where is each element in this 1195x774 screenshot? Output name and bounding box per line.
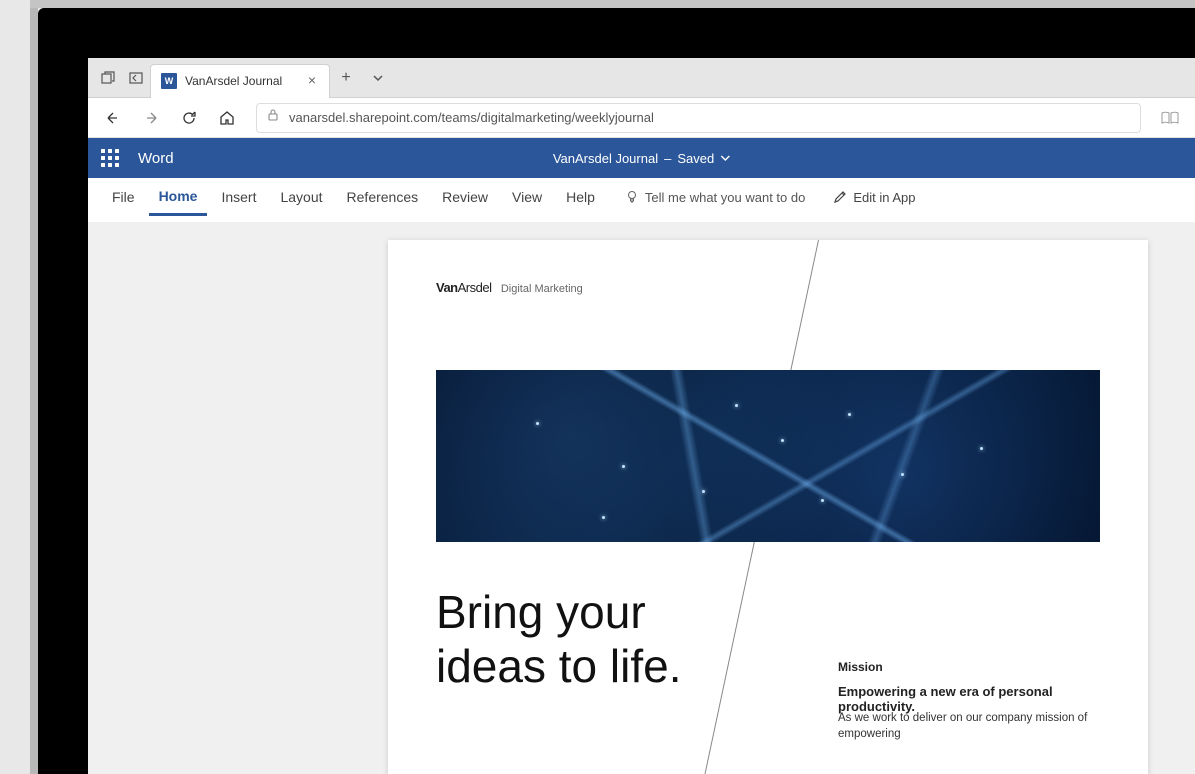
- laptop-top-edge: [30, 0, 1195, 8]
- close-tab-icon[interactable]: ×: [305, 74, 319, 88]
- tab-file[interactable]: File: [102, 178, 145, 216]
- document-status: Saved: [677, 151, 714, 166]
- word-favicon-icon: W: [161, 73, 177, 89]
- hero-image: [436, 370, 1100, 542]
- window-cascade-icon[interactable]: [100, 70, 116, 86]
- back-button[interactable]: [96, 101, 130, 135]
- word-title-bar: Word VanArsdel Journal – Saved: [88, 138, 1195, 178]
- pen-icon: [833, 190, 847, 204]
- browser-address-bar: vanarsdel.sharepoint.com/teams/digitalma…: [88, 98, 1195, 138]
- tab-home[interactable]: Home: [149, 178, 208, 216]
- tab-view[interactable]: View: [502, 178, 552, 216]
- edit-in-app-button[interactable]: Edit in App: [833, 190, 915, 205]
- laptop-left-edge: [30, 8, 38, 774]
- tell-me-search[interactable]: Tell me what you want to do: [625, 190, 805, 205]
- browser-tab-bar: W VanArsdel Journal × +: [88, 58, 1195, 98]
- brand-subtitle: Digital Marketing: [501, 283, 583, 295]
- tab-insert[interactable]: Insert: [211, 178, 266, 216]
- tab-review[interactable]: Review: [432, 178, 498, 216]
- document-page[interactable]: VanArsdel Digital Marketing Bring your i…: [388, 240, 1148, 774]
- mission-body[interactable]: As we work to deliver on our company mis…: [838, 710, 1118, 742]
- waffle-icon: [101, 149, 119, 167]
- edit-in-app-label: Edit in App: [853, 190, 915, 205]
- tab-references[interactable]: References: [337, 178, 429, 216]
- document-title-dropdown[interactable]: VanArsdel Journal – Saved: [553, 151, 730, 166]
- browser-tab[interactable]: W VanArsdel Journal ×: [150, 64, 330, 98]
- address-field[interactable]: vanarsdel.sharepoint.com/teams/digitalma…: [256, 103, 1141, 133]
- new-tab-button[interactable]: +: [330, 62, 362, 94]
- home-button[interactable]: [210, 101, 244, 135]
- headline-text[interactable]: Bring your ideas to life.: [436, 586, 681, 694]
- lightbulb-icon: [625, 190, 639, 204]
- browser-tab-title: VanArsdel Journal: [185, 74, 297, 88]
- screen: W VanArsdel Journal × + vanarsdel.sharep…: [88, 58, 1195, 774]
- reading-view-icon[interactable]: [1153, 101, 1187, 135]
- forward-button[interactable]: [134, 101, 168, 135]
- tab-help[interactable]: Help: [556, 178, 605, 216]
- app-name: Word: [138, 150, 174, 167]
- document-name: VanArsdel Journal: [553, 151, 658, 166]
- tabs-chevron-icon[interactable]: [362, 62, 394, 94]
- document-canvas[interactable]: VanArsdel Digital Marketing Bring your i…: [88, 222, 1195, 774]
- tab-layout[interactable]: Layout: [270, 178, 332, 216]
- tell-me-placeholder: Tell me what you want to do: [645, 190, 805, 205]
- refresh-button[interactable]: [172, 101, 206, 135]
- ribbon-tabs: File Home Insert Layout References Revie…: [88, 178, 1195, 216]
- mission-label[interactable]: Mission: [838, 660, 883, 674]
- title-separator: –: [664, 151, 671, 166]
- app-launcher-button[interactable]: [88, 138, 132, 178]
- brand-header: VanArsdel Digital Marketing: [436, 280, 583, 295]
- url-text: vanarsdel.sharepoint.com/teams/digitalma…: [289, 110, 654, 125]
- lock-icon: [267, 108, 279, 127]
- tab-aside-icon[interactable]: [128, 70, 144, 86]
- chevron-down-icon: [720, 151, 730, 166]
